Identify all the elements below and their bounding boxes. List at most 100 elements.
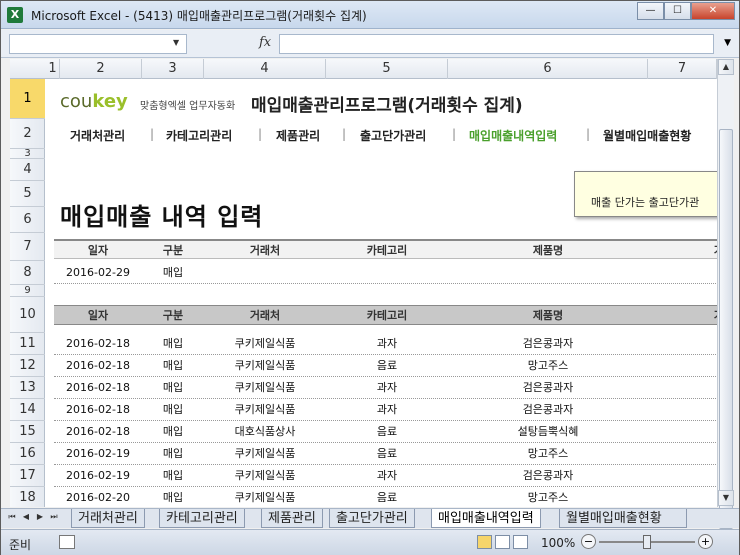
- zoom-out-icon[interactable]: −: [581, 534, 596, 549]
- vendor-cell[interactable]: 쿠키제일식품: [204, 333, 326, 354]
- scroll-thumb[interactable]: [719, 129, 733, 529]
- date-cell[interactable]: 2016-02-20: [54, 487, 142, 507]
- type-cell[interactable]: 매입: [142, 333, 204, 354]
- date-cell[interactable]: 2016-02-19: [54, 465, 142, 486]
- vendor-cell[interactable]: 쿠키제일식품: [204, 355, 326, 376]
- column-header[interactable]: 4: [204, 59, 326, 79]
- product-cell[interactable]: 검은콩과자: [448, 465, 648, 486]
- product-cell[interactable]: 검은콩과자: [448, 399, 648, 420]
- product-cell[interactable]: 망고주스: [448, 487, 648, 507]
- tab-categories[interactable]: 카테고리관리: [159, 509, 245, 528]
- vertical-scrollbar[interactable]: ▲ ▼: [717, 59, 734, 529]
- menu-item-vendors[interactable]: 거래처관리: [70, 127, 125, 144]
- product-cell[interactable]: 검은콩과자: [448, 333, 648, 354]
- name-box[interactable]: [9, 34, 187, 54]
- minimize-button[interactable]: —: [637, 2, 664, 20]
- type-cell[interactable]: 매입: [142, 443, 204, 464]
- macro-record-icon[interactable]: [59, 535, 75, 549]
- row-header[interactable]: 6: [10, 207, 45, 233]
- menu-item-shipping-price[interactable]: 출고단가관리: [360, 127, 426, 144]
- normal-view-icon[interactable]: [477, 535, 492, 549]
- menu-item-categories[interactable]: 카테고리관리: [166, 127, 232, 144]
- date-cell[interactable]: 2016-02-18: [54, 377, 142, 398]
- column-header[interactable]: 3: [142, 59, 204, 79]
- column-header[interactable]: 5: [326, 59, 448, 79]
- input-date-cell[interactable]: 2016-02-29: [54, 262, 142, 283]
- tab-shipping-price[interactable]: 출고단가관리: [329, 509, 415, 528]
- excel-app-icon[interactable]: X: [7, 7, 23, 23]
- vendor-cell[interactable]: 쿠키제일식품: [204, 487, 326, 507]
- column-header[interactable]: 6: [448, 59, 648, 79]
- page-break-icon[interactable]: [513, 535, 528, 549]
- row-header[interactable]: 18: [10, 487, 45, 507]
- date-cell[interactable]: 2016-02-18: [54, 333, 142, 354]
- category-cell[interactable]: 과자: [326, 333, 448, 354]
- input-type-cell[interactable]: 매입: [142, 262, 204, 283]
- row-header[interactable]: 5: [10, 181, 45, 207]
- first-sheet-icon[interactable]: ⏮: [5, 512, 19, 522]
- category-cell[interactable]: 과자: [326, 377, 448, 398]
- category-cell[interactable]: 과자: [326, 465, 448, 486]
- product-cell[interactable]: 망고주스: [448, 443, 648, 464]
- type-cell[interactable]: 매입: [142, 487, 204, 507]
- type-cell[interactable]: 매입: [142, 465, 204, 486]
- row-header[interactable]: 11: [10, 333, 45, 355]
- expand-formula-icon[interactable]: ▼: [724, 38, 731, 48]
- row-header[interactable]: 8: [10, 261, 45, 285]
- row-header[interactable]: 15: [10, 421, 45, 443]
- date-cell[interactable]: 2016-02-18: [54, 399, 142, 420]
- tab-monthly-status[interactable]: 월별매입매출현황: [559, 509, 687, 528]
- row-header[interactable]: 17: [10, 465, 45, 487]
- vendor-cell[interactable]: 쿠키제일식품: [204, 377, 326, 398]
- row-header[interactable]: 2: [10, 119, 45, 149]
- input-category-cell[interactable]: [326, 262, 448, 283]
- menu-item-transaction-entry[interactable]: 매입매출내역입력: [469, 127, 557, 144]
- category-cell[interactable]: 음료: [326, 355, 448, 376]
- vendor-cell[interactable]: 쿠키제일식품: [204, 465, 326, 486]
- zoom-level[interactable]: 100%: [541, 536, 575, 550]
- insert-function-icon[interactable]: fx: [259, 35, 271, 50]
- maximize-button[interactable]: ☐: [664, 2, 691, 20]
- row-header[interactable]: 14: [10, 399, 45, 421]
- date-cell[interactable]: 2016-02-18: [54, 355, 142, 376]
- close-button[interactable]: ✕: [691, 2, 735, 20]
- product-cell[interactable]: 망고주스: [448, 355, 648, 376]
- vendor-cell[interactable]: 쿠키제일식품: [204, 443, 326, 464]
- product-cell[interactable]: 검은콩과자: [448, 377, 648, 398]
- date-cell[interactable]: 2016-02-19: [54, 443, 142, 464]
- worksheet-grid[interactable]: 1 2 3 4 5 6 7 1 2 3 4 5 6 7 8 9 10 11 12…: [10, 59, 717, 507]
- scroll-up-icon[interactable]: ▲: [718, 59, 734, 75]
- category-cell[interactable]: 과자: [326, 399, 448, 420]
- scroll-down-icon[interactable]: ▼: [718, 490, 734, 506]
- row-header[interactable]: 4: [10, 159, 45, 181]
- row-header[interactable]: 12: [10, 355, 45, 377]
- row-header[interactable]: 10: [10, 297, 45, 333]
- input-vendor-cell[interactable]: [204, 262, 326, 283]
- category-cell[interactable]: 음료: [326, 487, 448, 507]
- chevron-down-icon[interactable]: ▼: [173, 38, 179, 47]
- row-header[interactable]: 13: [10, 377, 45, 399]
- vendor-cell[interactable]: 쿠키제일식품: [204, 399, 326, 420]
- category-cell[interactable]: 음료: [326, 443, 448, 464]
- menu-item-products[interactable]: 제품관리: [276, 127, 320, 144]
- row-header[interactable]: 3: [10, 149, 45, 159]
- zoom-in-icon[interactable]: +: [698, 534, 713, 549]
- row-header[interactable]: 16: [10, 443, 45, 465]
- category-cell[interactable]: 음료: [326, 421, 448, 442]
- next-sheet-icon[interactable]: ▶: [33, 512, 47, 522]
- zoom-slider-thumb[interactable]: [643, 535, 651, 549]
- row-header[interactable]: 1: [10, 79, 45, 119]
- last-sheet-icon[interactable]: ⏭: [47, 512, 61, 522]
- date-cell[interactable]: 2016-02-18: [54, 421, 142, 442]
- type-cell[interactable]: 매입: [142, 421, 204, 442]
- vendor-cell[interactable]: 대호식품상사: [204, 421, 326, 442]
- tab-transaction-entry[interactable]: 매입매출내역입력: [431, 509, 541, 528]
- menu-item-monthly-status[interactable]: 월별매입매출현황: [603, 127, 691, 144]
- row-header[interactable]: 7: [10, 233, 45, 261]
- row-header[interactable]: 9: [10, 285, 45, 297]
- column-header[interactable]: 1: [46, 59, 60, 79]
- column-header[interactable]: 7: [648, 59, 717, 79]
- type-cell[interactable]: 매입: [142, 355, 204, 376]
- formula-input[interactable]: [279, 34, 714, 54]
- page-layout-icon[interactable]: [495, 535, 510, 549]
